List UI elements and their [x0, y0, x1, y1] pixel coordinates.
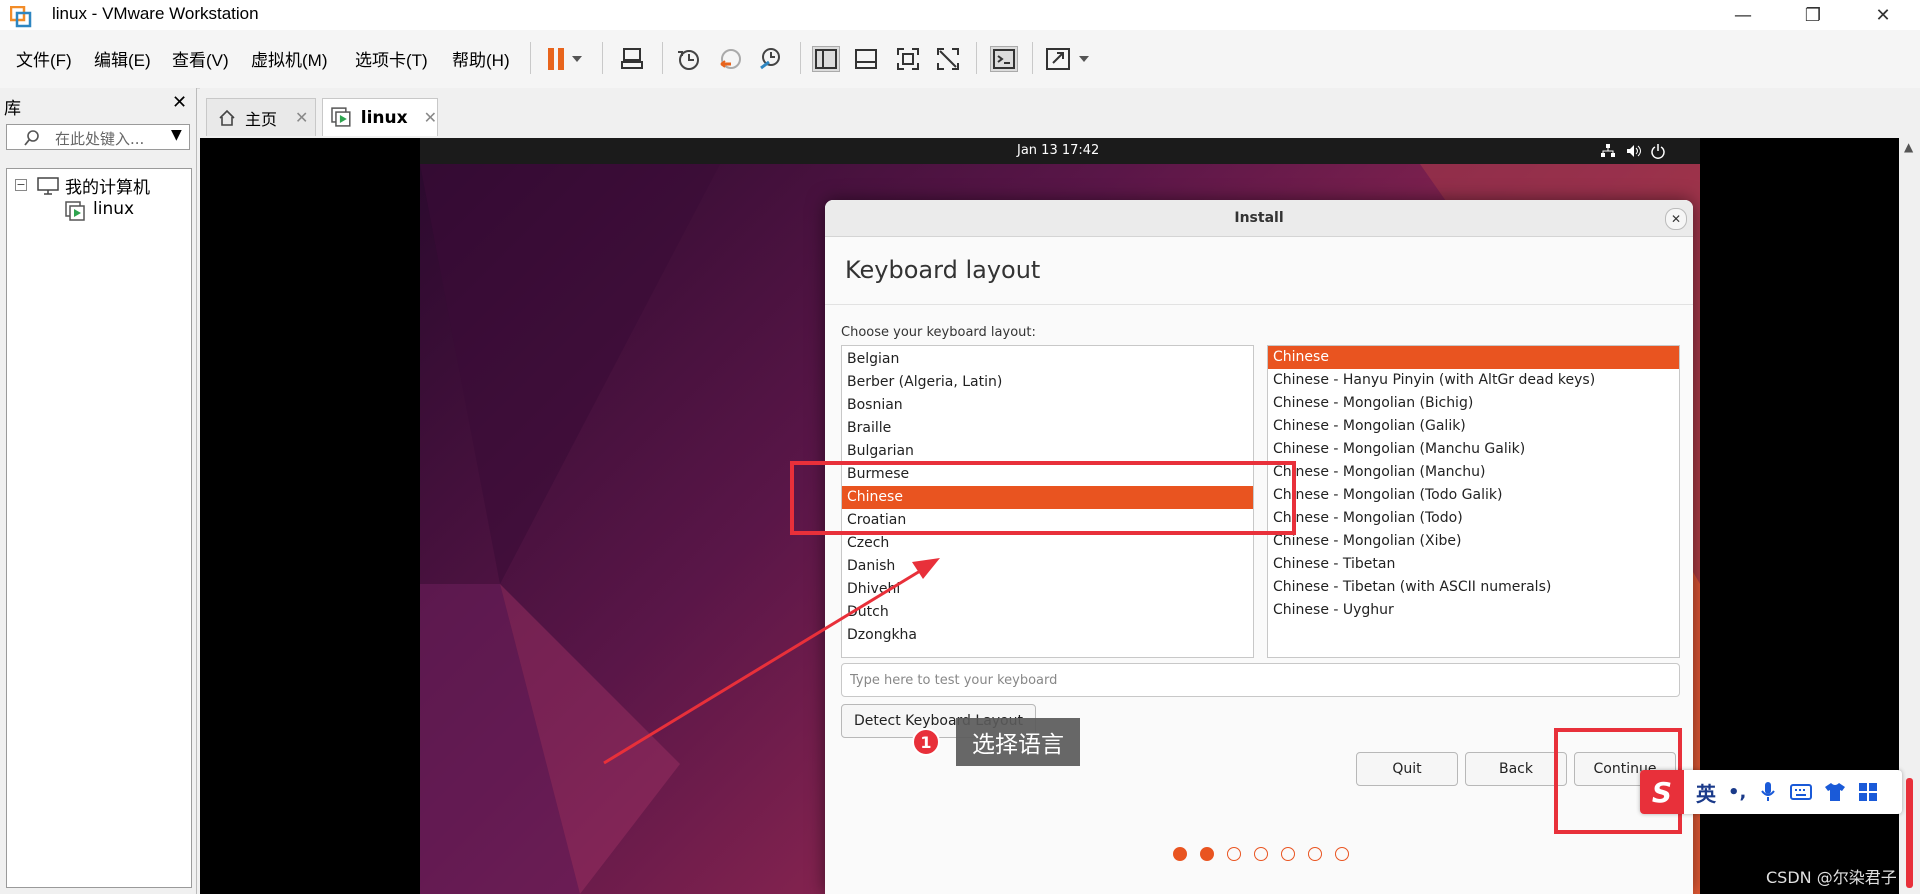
- terminal-icon: [993, 49, 1015, 69]
- library-search-box[interactable]: 在此处键入... ▼: [6, 124, 190, 150]
- vm-running-icon: [65, 201, 85, 221]
- menu-help[interactable]: 帮助(H): [452, 46, 510, 71]
- menu-file[interactable]: 文件(F): [16, 46, 72, 71]
- title-bar: linux - VMware Workstation — ❐ ✕: [0, 0, 1920, 30]
- library-title: 库: [4, 99, 21, 119]
- annotation-callout: 选择语言: [956, 718, 1080, 766]
- clock-wrench-icon: [760, 48, 780, 70]
- watermark: CSDN @尔染君子: [1766, 868, 1897, 887]
- toolbar-separator: [800, 42, 801, 74]
- fullscreen-icon: [897, 48, 919, 70]
- toolbar-separator: [530, 42, 531, 74]
- annotation-arrow: [603, 558, 940, 765]
- vmware-logo-icon: [9, 5, 32, 28]
- sidebar-layout-icon: [815, 49, 837, 69]
- ime-punctuation-toggle[interactable]: •,: [1728, 782, 1746, 803]
- vertical-scrollbar[interactable]: ▲: [1899, 138, 1920, 894]
- unity-no-icon: [937, 48, 959, 70]
- unity-mode-button[interactable]: [934, 46, 962, 72]
- keyboard-icon[interactable]: [1790, 783, 1813, 801]
- menu-view[interactable]: 查看(V): [172, 46, 229, 71]
- menu-edit[interactable]: 编辑(E): [94, 46, 151, 71]
- close-icon: ✕: [172, 92, 188, 113]
- computer-icon: [37, 177, 59, 195]
- pause-icon: [548, 48, 582, 70]
- scroll-up-icon[interactable]: ▲: [1904, 140, 1913, 154]
- menu-bar: 文件(F) 编辑(E) 查看(V) 虚拟机(M) 选项卡(T) 帮助(H): [0, 30, 1920, 89]
- minimize-icon: —: [1734, 4, 1752, 26]
- tab-linux[interactable]: linux ✕: [322, 98, 438, 136]
- computer-keys-icon: [621, 48, 643, 69]
- library-panel: 库 ✕ 在此处键入... ▼ − 我的计算机 linux: [0, 88, 197, 894]
- full-screen-button[interactable]: [894, 46, 922, 72]
- close-icon[interactable]: ✕: [295, 108, 308, 127]
- menu-vm[interactable]: 虚拟机(M): [251, 46, 327, 71]
- toolbar-separator: [1032, 42, 1033, 74]
- clock-revert-icon: [720, 49, 741, 69]
- tree-item-my-computer[interactable]: 我的计算机: [65, 173, 150, 198]
- library-tree: − 我的计算机 linux: [6, 168, 192, 888]
- tree-collapse-toggle[interactable]: −: [15, 179, 27, 191]
- send-ctrl-alt-del-button[interactable]: [618, 46, 646, 72]
- toolbox-grid-icon[interactable]: [1858, 782, 1878, 802]
- minimize-button[interactable]: —: [1712, 0, 1774, 30]
- library-close-button[interactable]: ✕: [172, 92, 187, 113]
- tab-home[interactable]: 主页 ✕: [206, 98, 316, 136]
- guest-desktop: Jan 13 17:42 Install ✕ Keyboard layout C…: [420, 138, 1700, 894]
- console-view-button[interactable]: [990, 46, 1018, 72]
- toolbar-separator: [662, 42, 663, 74]
- show-library-button[interactable]: [812, 46, 840, 72]
- tab-bar: 主页 ✕ linux ✕: [200, 88, 1920, 138]
- bottom-panel-layout-icon: [855, 49, 877, 69]
- library-search-placeholder: 在此处键入...: [55, 130, 145, 148]
- window-title: linux - VMware Workstation: [52, 4, 259, 23]
- home-icon: [219, 109, 235, 126]
- restore-button[interactable]: ❐: [1782, 0, 1844, 30]
- thumbnail-bar-button[interactable]: [852, 46, 880, 72]
- clock-snapshot-icon: [678, 50, 699, 70]
- pause-button[interactable]: [542, 46, 586, 72]
- menu-tabs[interactable]: 选项卡(T): [355, 46, 428, 71]
- ime-language-toggle[interactable]: 英: [1696, 778, 1716, 807]
- annotation-step-badge: 1: [912, 728, 940, 756]
- microphone-icon[interactable]: [1760, 781, 1776, 803]
- stretch-dropdown-icon: [1046, 48, 1089, 70]
- snapshot-manager-button[interactable]: [756, 46, 784, 72]
- snapshot-revert-button[interactable]: [716, 46, 744, 72]
- tree-item-linux[interactable]: linux: [93, 199, 134, 219]
- toolbar-separator: [602, 42, 603, 74]
- tab-label: linux: [360, 107, 408, 128]
- vm-running-icon: [331, 106, 351, 127]
- skin-shirt-icon[interactable]: [1824, 782, 1846, 802]
- close-window-button[interactable]: ✕: [1852, 0, 1914, 30]
- close-icon: ✕: [1875, 4, 1891, 26]
- stretch-guest-button[interactable]: [1044, 46, 1096, 72]
- close-icon[interactable]: ✕: [424, 108, 437, 127]
- restore-icon: ❐: [1804, 4, 1822, 26]
- chevron-down-icon[interactable]: ▼: [171, 127, 182, 143]
- sogou-logo-icon: S: [1640, 770, 1684, 814]
- scrollbar-thumb[interactable]: [1906, 778, 1913, 888]
- snapshot-take-button[interactable]: [674, 46, 702, 72]
- toolbar-separator: [976, 42, 977, 74]
- search-icon: [24, 130, 39, 146]
- ime-toolbar[interactable]: S 英 •,: [1640, 770, 1902, 814]
- tab-label: 主页: [245, 109, 278, 129]
